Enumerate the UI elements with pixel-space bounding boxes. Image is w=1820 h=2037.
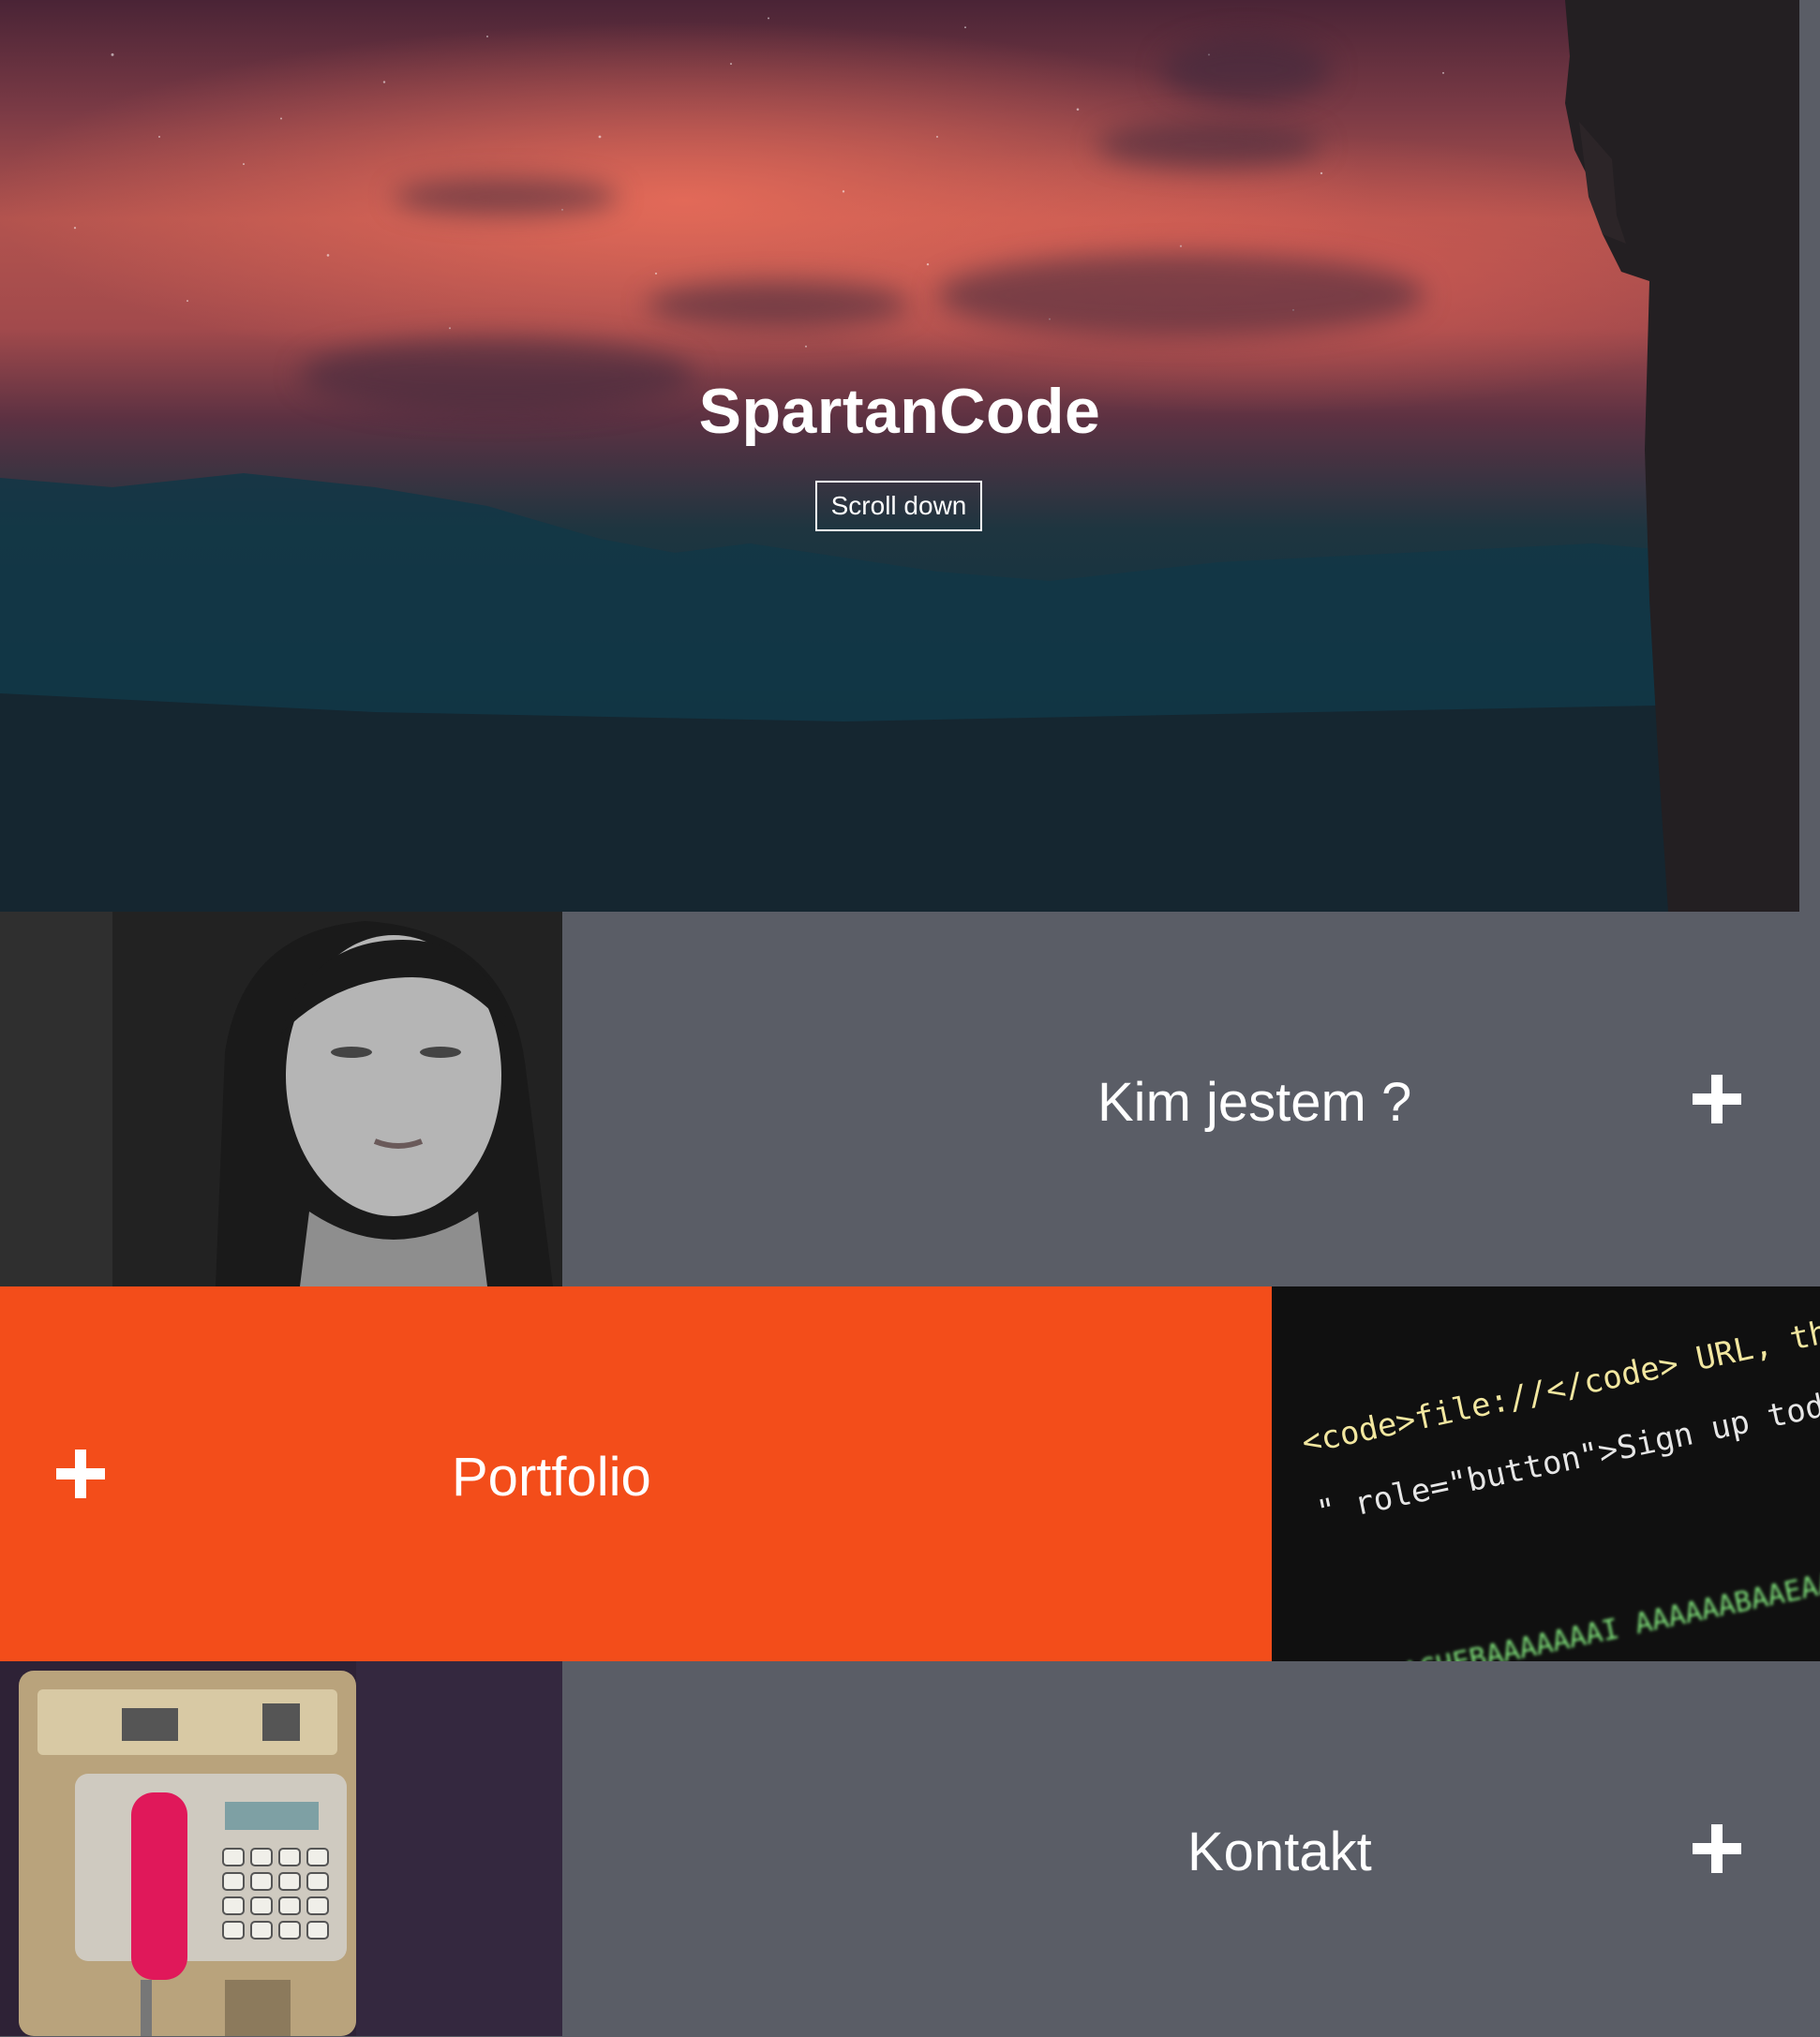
payphone-photo xyxy=(0,1661,562,2036)
code-line-3: ...ACHEBAAAAAAAI AAAAAABAAEAAAIC xyxy=(1350,1556,1820,1661)
code-photo: <code>file://</code> URL, the "next" " r… xyxy=(1272,1286,1820,1661)
plus-icon[interactable] xyxy=(56,1450,105,1498)
section-about[interactable]: Kim jestem ? xyxy=(0,912,1820,1286)
section-contact-label[interactable]: Kontakt xyxy=(1187,1821,1372,1883)
site-title: SpartanCode xyxy=(698,376,1101,447)
person-silhouette xyxy=(1565,0,1799,912)
section-portfolio-label[interactable]: Portfolio xyxy=(452,1446,651,1509)
hero-banner: SpartanCode Scroll down xyxy=(0,0,1799,912)
scroll-down-button[interactable]: Scroll down xyxy=(815,481,982,531)
moon-icon xyxy=(328,66,356,129)
portrait-photo xyxy=(0,912,562,1286)
plus-icon[interactable] xyxy=(1693,1824,1741,1873)
section-portfolio[interactable]: Portfolio <code>file://</code> URL, the … xyxy=(0,1286,1820,1661)
section-about-label[interactable]: Kim jestem ? xyxy=(1097,1071,1411,1134)
section-contact[interactable]: Kontakt xyxy=(0,1661,1820,2036)
plus-icon[interactable] xyxy=(1693,1075,1741,1123)
